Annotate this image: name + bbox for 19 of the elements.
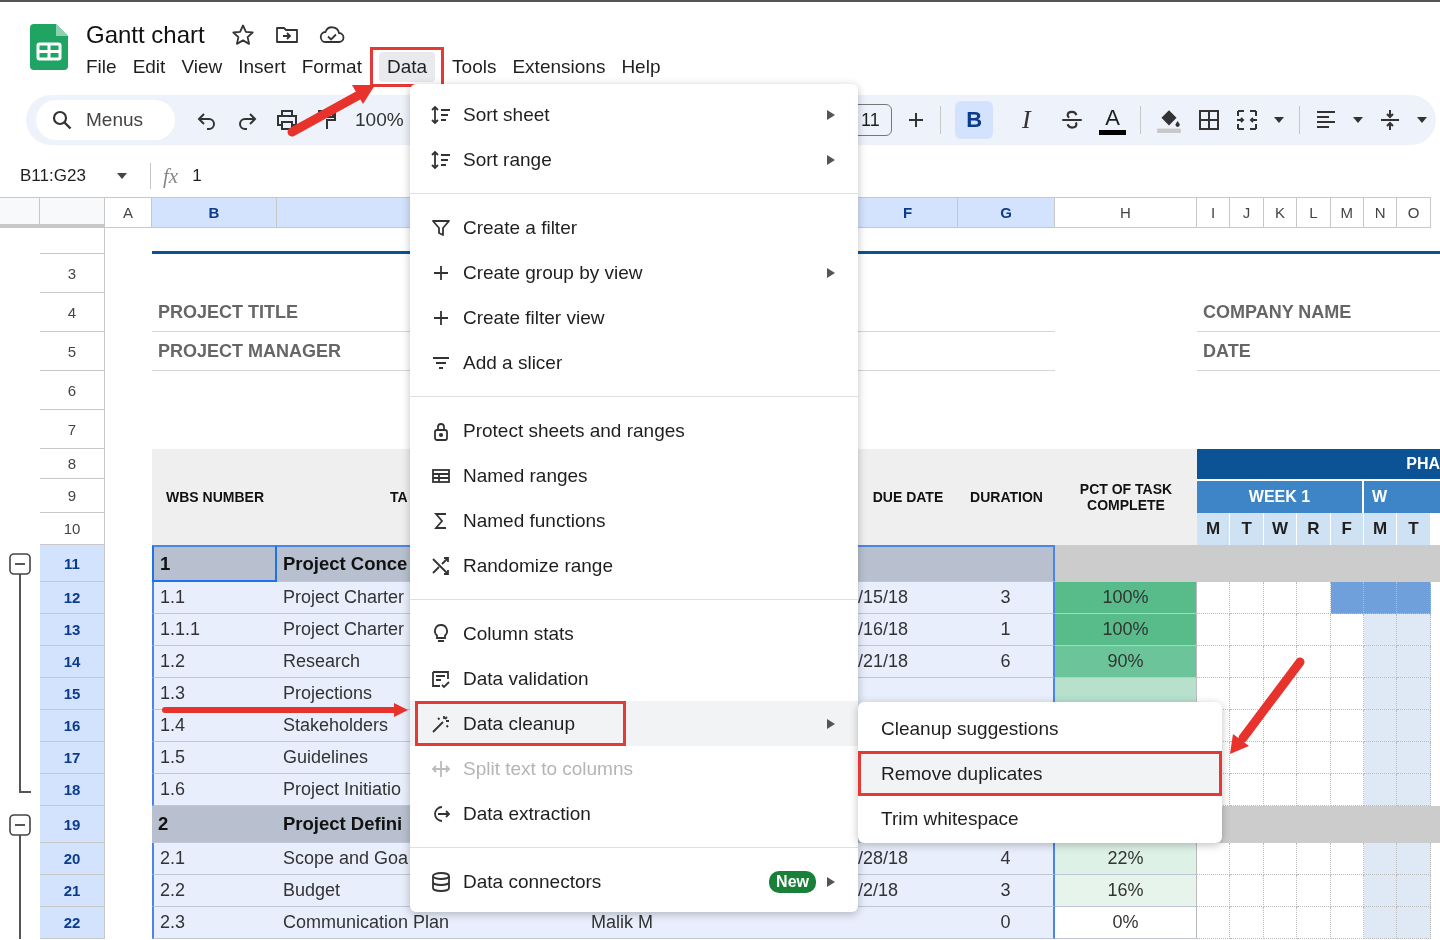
day-header: W <box>1263 513 1298 545</box>
formula-label: fx <box>163 163 179 189</box>
new-badge: New <box>769 870 816 893</box>
day-header: T <box>1230 513 1264 545</box>
week-header: WEEK 1 <box>1197 479 1364 513</box>
day-header: M <box>1197 513 1231 545</box>
column-title: TA <box>390 489 408 505</box>
field-label: COMPANY NAME <box>1197 293 1440 332</box>
day-header: F <box>1330 513 1364 545</box>
column-title: PCT OF TASK COMPLETE <box>1078 480 1174 515</box>
day-header: M <box>1363 513 1398 545</box>
column-title: WBS NUMBER <box>165 488 265 507</box>
week-header: W <box>1363 479 1440 513</box>
day-header: R <box>1297 513 1331 545</box>
day-header: T <box>1397 513 1431 545</box>
phase-header: PHA <box>1197 449 1440 479</box>
field-label: DATE <box>1197 332 1440 371</box>
column-title: DURATION <box>969 488 1044 507</box>
column-title: DUE DATE <box>871 488 945 507</box>
